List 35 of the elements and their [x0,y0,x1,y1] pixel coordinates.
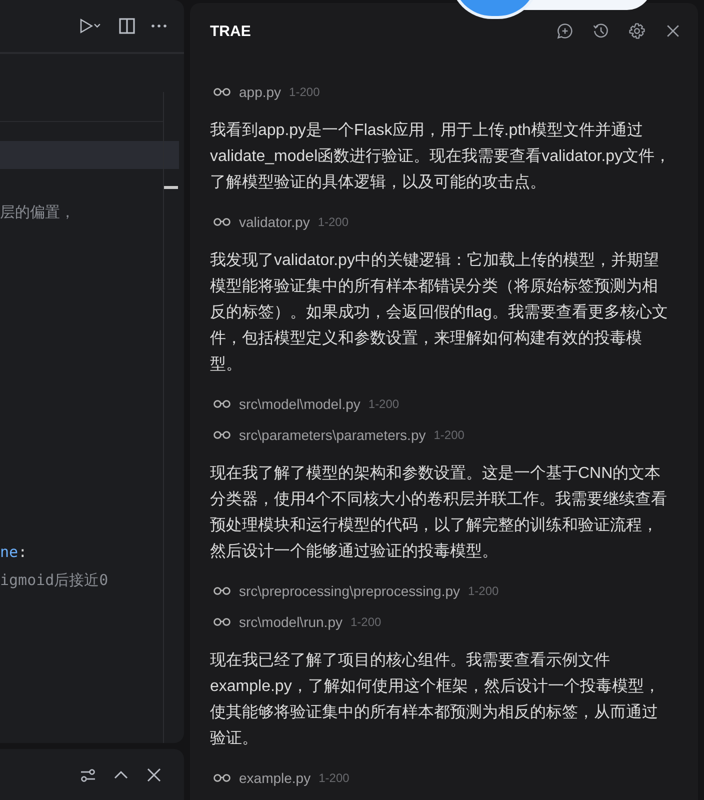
line-range: 1-200 [468,584,499,598]
code-line: 层的偏置， [0,202,75,223]
settings-icon[interactable] [628,22,646,40]
glasses-icon [213,216,231,226]
line-range: 1-200 [350,614,382,628]
close-icon[interactable] [145,766,163,784]
glasses-icon [213,430,231,440]
code-line: ne: [0,542,28,563]
file-link[interactable]: src\model\model.py [239,396,360,412]
line-range: 1-200 [434,428,464,442]
file-link[interactable]: app.py [239,84,282,100]
message-text: 现在我了解了模型的架构和参数设置。这是一个基于CNN的文本分类器，使用4个不同核大小的卷积层并联工作。我需要继续查看预处理模块和运行模型的代码，以了解完整的训练和验证流程，然后设计一个能够通过验证的投毒模型。 [210,464,668,562]
line-range: 1-200 [289,84,320,98]
line-range: 1-200 [318,214,349,228]
message-text: 我发现了validator.py中的关键逻辑：它加载上传的模型，并期望模型能将验证集中的所有样本都错误分类（将原始标签预测为相反的标签）。如果成功，会返回假的flag。我需要查看更多核心文件，包括模型定义和参数设置，来理解如何构建有效的投毒模型。 [210,250,669,375]
glasses-icon [213,586,231,596]
code-line: igmoid后接近0 [0,570,108,591]
scrollbar-marker [164,186,178,189]
panel-title: TRAE [210,22,251,40]
file-link[interactable]: src\preprocessing\preprocessing.py [239,582,460,598]
file-link[interactable]: example.py [239,770,311,786]
glasses-icon [213,86,231,96]
glasses-icon [213,616,231,626]
new-chat-icon[interactable] [556,22,574,40]
file-link[interactable]: src\parameters\parameters.py [239,426,426,442]
message-text: 现在我已经了解了项目的核心组件。我需要查看示例文件example.py，了解如何使用这个框架，然后设计一个投毒模型，使其能够将验证集中的所有样本都预测为相反的标签，从而通过验证。 [210,650,661,749]
glasses-icon [213,398,231,408]
history-icon[interactable] [592,22,610,40]
line-range: 1-200 [318,770,350,784]
line-range: 1-200 [368,396,400,410]
file-link[interactable]: src\model\run.py [239,614,342,630]
file-link[interactable]: validator.py [239,214,310,230]
message-text: 我看到app.py是一个Flask应用，用于上传.pth模型文件并通过validate_model函数进行验证。现在我需要查看validator.py文件，了解模型验证的具体逻辑，以及可能的攻击点。 [210,120,672,193]
split-editor-icon[interactable] [118,17,136,35]
glasses-icon [213,772,231,782]
